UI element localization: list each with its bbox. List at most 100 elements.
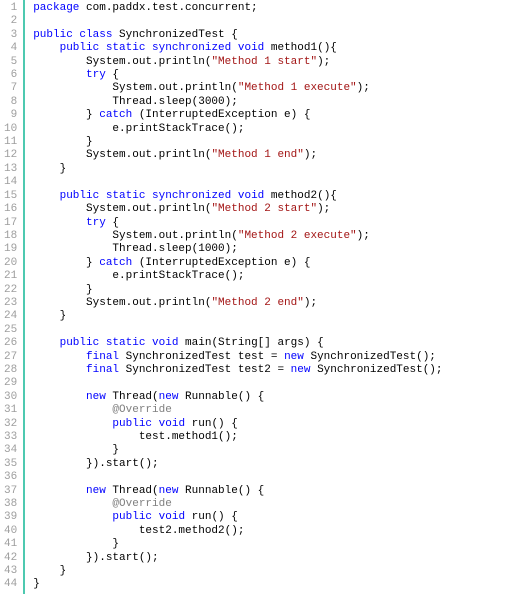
token-plain (99, 42, 106, 54)
code-line: }).start(); (33, 552, 442, 565)
token-plain: Thread( (106, 391, 159, 403)
token-plain (33, 351, 86, 363)
code-line: System.out.println("Method 1 start"); (33, 56, 442, 69)
token-kw: class (79, 29, 112, 41)
token-plain: } (33, 310, 66, 322)
token-plain (33, 418, 112, 430)
code-line: e.printStackTrace(); (33, 270, 442, 283)
token-plain: run() { (185, 511, 238, 523)
token-plain: (InterruptedException e) { (132, 257, 310, 269)
token-plain: System.out.println( (33, 297, 211, 309)
token-plain (231, 190, 238, 202)
code-line: System.out.println("Method 2 execute"); (33, 230, 442, 243)
token-plain: }).start(); (33, 552, 158, 564)
token-str: "Method 1 start" (211, 56, 317, 68)
token-plain (33, 337, 59, 349)
token-plain: System.out.println( (33, 149, 211, 161)
token-plain: } (33, 109, 99, 121)
token-kw: final (86, 351, 119, 363)
code-line: public static synchronized void method1(… (33, 42, 442, 55)
code-line: @Override (33, 404, 442, 417)
token-kw: void (152, 337, 178, 349)
token-plain: main(String[] args) { (178, 337, 323, 349)
token-plain: { (106, 217, 119, 229)
token-plain (99, 337, 106, 349)
token-plain (33, 42, 59, 54)
code-line: final SynchronizedTest test2 = new Synch… (33, 364, 442, 377)
token-plain: com.paddx.test.concurrent; (79, 2, 257, 14)
token-plain: }).start(); (33, 458, 158, 470)
token-kw: static (106, 337, 146, 349)
token-plain: } (33, 136, 92, 148)
token-plain: ); (304, 297, 317, 309)
code-line: test2.method2(); (33, 525, 442, 538)
token-plain (33, 391, 86, 403)
token-kw: static (106, 42, 146, 54)
code-line: } catch (InterruptedException e) { (33, 109, 442, 122)
token-plain: SynchronizedTest(); (304, 351, 436, 363)
code-area: package com.paddx.test.concurrent; publi… (25, 0, 442, 594)
token-ann: @Override (112, 404, 171, 416)
token-plain: } (33, 444, 119, 456)
code-line: System.out.println("Method 2 start"); (33, 203, 442, 216)
code-line: package com.paddx.test.concurrent; (33, 2, 442, 15)
code-line: public void run() { (33, 418, 442, 431)
token-kw: final (86, 364, 119, 376)
code-line: } (33, 565, 442, 578)
token-plain: SynchronizedTest { (112, 29, 237, 41)
token-plain: method2(){ (264, 190, 337, 202)
token-plain: } (33, 257, 99, 269)
code-line: } (33, 284, 442, 297)
code-line: public static synchronized void method2(… (33, 190, 442, 203)
code-line: } (33, 444, 442, 457)
token-plain: } (33, 163, 66, 175)
token-str: "Method 1 execute" (238, 82, 357, 94)
code-line: public void run() { (33, 511, 442, 524)
token-kw: new (86, 391, 106, 403)
code-line: } (33, 538, 442, 551)
code-line: public static void main(String[] args) { (33, 337, 442, 350)
token-plain: test.method1(); (33, 431, 238, 443)
token-plain: } (33, 578, 40, 590)
code-line: System.out.println("Method 2 end"); (33, 297, 442, 310)
token-plain: } (33, 565, 66, 577)
token-plain: Thread.sleep(1000); (33, 243, 238, 255)
token-plain: Runnable() { (178, 391, 264, 403)
token-kw: synchronized (152, 42, 231, 54)
token-kw: void (238, 42, 264, 54)
token-kw: synchronized (152, 190, 231, 202)
token-plain: System.out.println( (33, 56, 211, 68)
token-plain (99, 190, 106, 202)
token-kw: public (112, 511, 152, 523)
code-line (33, 324, 442, 337)
token-str: "Method 1 end" (211, 149, 303, 161)
code-line: System.out.println("Method 1 execute"); (33, 82, 442, 95)
token-plain: Thread.sleep(3000); (33, 96, 238, 108)
code-line: e.printStackTrace(); (33, 123, 442, 136)
token-plain: ); (357, 82, 370, 94)
token-kw: void (159, 511, 185, 523)
token-kw: catch (99, 257, 132, 269)
token-plain: System.out.println( (33, 230, 238, 242)
token-str: "Method 2 start" (211, 203, 317, 215)
token-plain: SynchronizedTest test = (119, 351, 284, 363)
code-line: } (33, 136, 442, 149)
token-plain (152, 511, 159, 523)
code-line: public class SynchronizedTest { (33, 29, 442, 42)
token-plain: Thread( (106, 485, 159, 497)
code-line: }).start(); (33, 458, 442, 471)
token-plain: System.out.println( (33, 203, 211, 215)
token-kw: new (159, 391, 179, 403)
code-line (33, 176, 442, 189)
token-plain: ); (317, 56, 330, 68)
token-plain (33, 498, 112, 510)
token-plain: e.printStackTrace(); (33, 123, 244, 135)
code-line: } catch (InterruptedException e) { (33, 257, 442, 270)
token-kw: try (86, 69, 106, 81)
token-plain: ); (317, 203, 330, 215)
token-plain: (InterruptedException e) { (132, 109, 310, 121)
token-kw: void (238, 190, 264, 202)
token-str: "Method 2 execute" (238, 230, 357, 242)
token-kw: new (284, 351, 304, 363)
token-plain (231, 42, 238, 54)
